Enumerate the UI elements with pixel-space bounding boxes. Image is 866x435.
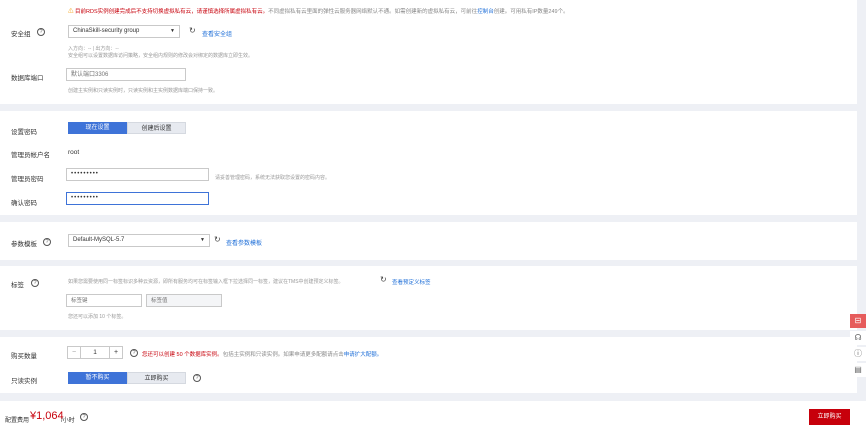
chevron-down-icon: ▼ — [170, 28, 175, 34]
help-icon[interactable]: ? — [130, 349, 138, 357]
plus-button[interactable]: + — [109, 347, 122, 358]
notice-red: 目前RDS实例创建完成后不支持切换虚拟私有云，请谨慎选择所属虚拟私有云。 — [75, 9, 269, 15]
footer-bar: 配置费用 ¥1,064 /小时 ? 立即购买 — [0, 401, 866, 435]
view-param-template-link[interactable]: 查看参数模板 — [226, 238, 262, 247]
buy-now-button[interactable]: 立即购买 — [809, 409, 850, 425]
price-unit: /小时 — [61, 418, 75, 424]
document-icon[interactable]: ▤ — [850, 363, 866, 377]
view-predefined-tags-link[interactable]: 查看预定义标签 — [392, 278, 431, 286]
security-group-desc: 安全组可以设置数据库访问策略，安全组内规则的修改会对绑定的数据库立即生效。 — [68, 53, 254, 59]
security-group-value: ChinaSkill-security group — [73, 28, 140, 34]
quota-red: 您还可以创建 50 个数据库实例。 — [142, 352, 223, 358]
refresh-icon[interactable]: ↻ — [214, 235, 221, 244]
quantity-note: 您还可以创建 50 个数据库实例。包括主实例和只读实例。如果申请更多配额请点击申… — [142, 350, 382, 358]
help-circle-icon[interactable]: ⓘ — [850, 347, 866, 361]
param-template-card: 参数模板 ? Default-MySQL-5.7 ▼ ↻ 查看参数模板 — [0, 222, 857, 260]
quantity-label: 购买数量 — [11, 353, 37, 360]
confirm-password-value: ••••••••• — [71, 195, 99, 201]
admin-account-value: root — [68, 149, 80, 156]
increase-quota-link[interactable]: 申请扩大配额。 — [344, 352, 383, 358]
security-group-label: 安全组 — [11, 31, 31, 38]
readonly-no-button[interactable]: 暂不购买 — [68, 372, 127, 384]
confirm-password-input[interactable]: ••••••••• — [66, 192, 209, 205]
purchase-card: 购买数量 − 1 + ? 您还可以创建 50 个数据库实例。包括主实例和只读实例… — [0, 337, 857, 393]
security-group-select[interactable]: ChinaSkill-security group ▼ — [68, 25, 180, 38]
headset-icon[interactable]: ☊ — [850, 331, 866, 345]
refresh-icon[interactable]: ↻ — [189, 26, 196, 35]
tags-label: 标签 — [11, 282, 24, 289]
quantity-value[interactable]: 1 — [81, 347, 109, 358]
db-port-label: 数据库端口 — [11, 75, 44, 82]
quota-gray: 包括主实例和只读实例。如果申请更多配额请点击 — [222, 352, 344, 358]
quantity-stepper[interactable]: − 1 + — [67, 346, 123, 359]
db-port-hint: 创建主实例和只读实例时，只读实例和主实例数据库端口保持一致。 — [68, 88, 219, 94]
admin-password-value: ••••••••• — [71, 171, 99, 177]
chevron-down-icon: ▼ — [200, 237, 205, 243]
readonly-buy-button[interactable]: 立即购买 — [127, 372, 186, 384]
help-icon[interactable]: ? — [193, 374, 201, 382]
help-icon[interactable]: ? — [31, 279, 39, 287]
chat-icon[interactable]: ⊟ — [850, 314, 866, 328]
view-security-group-link[interactable]: 查看安全组 — [202, 29, 232, 38]
db-port-input[interactable] — [66, 68, 186, 81]
minus-button[interactable]: − — [68, 347, 81, 358]
tag-value-input[interactable] — [146, 294, 222, 307]
confirm-password-label: 确认密码 — [11, 200, 37, 207]
admin-password-label: 管理员密码 — [11, 176, 44, 183]
set-now-button[interactable]: 现在设置 — [68, 122, 127, 134]
help-icon[interactable]: ? — [43, 238, 51, 246]
readonly-label: 只读实例 — [11, 378, 37, 385]
admin-password-input[interactable]: ••••••••• — [66, 168, 209, 181]
help-icon[interactable]: ? — [37, 28, 45, 36]
set-password-label: 设置密码 — [11, 129, 37, 136]
notice-gray: 不同虚拟私有云里面的弹性云服务器网络默认不通。如需创建新的虚拟私有云，可前往 — [268, 9, 478, 15]
price-label: 配置费用 — [5, 418, 30, 424]
price-value: ¥1,064 — [30, 410, 64, 422]
notice: ⚠ 目前RDS实例创建完成后不支持切换虚拟私有云，请谨慎选择所属虚拟私有云。不同… — [68, 7, 569, 15]
tags-card: 标签 ? 如果您需要使用同一标签标识多种云资源，即所有服务均可在标签输入框下拉选… — [0, 266, 857, 330]
notice-tail: 创建。可用私有IP数量249个。 — [493, 9, 569, 15]
help-icon[interactable]: ? — [80, 413, 88, 421]
network-card: ⚠ 目前RDS实例创建完成后不支持切换虚拟私有云，请谨慎选择所属虚拟私有云。不同… — [0, 0, 857, 104]
param-template-label: 参数模板 — [11, 241, 37, 248]
set-later-button[interactable]: 创建后设置 — [127, 122, 186, 134]
param-template-select[interactable]: Default-MySQL-5.7 ▼ — [68, 234, 210, 247]
password-hint: 请妥善管理密码，系统无法获取您设置的密码内容。 — [215, 175, 331, 181]
tag-key-input[interactable] — [66, 294, 142, 307]
warning-icon: ⚠ — [68, 9, 74, 15]
tags-description: 如果您需要使用同一标签标识多种云资源，即所有服务均可在标签输入框下拉选择同一标签… — [68, 279, 344, 285]
admin-account-label: 管理员帐户名 — [11, 152, 50, 159]
refresh-icon[interactable]: ↻ — [380, 275, 387, 284]
security-group-rules: 入方向：-- | 出方向：-- — [68, 46, 119, 52]
tags-remaining: 您还可以添加 10 个标签。 — [68, 314, 127, 320]
password-card: 设置密码 现在设置 创建后设置 管理员帐户名 root 管理员密码 ••••••… — [0, 111, 857, 215]
param-template-value: Default-MySQL-5.7 — [73, 237, 125, 243]
console-link[interactable]: 控制台 — [477, 9, 494, 15]
